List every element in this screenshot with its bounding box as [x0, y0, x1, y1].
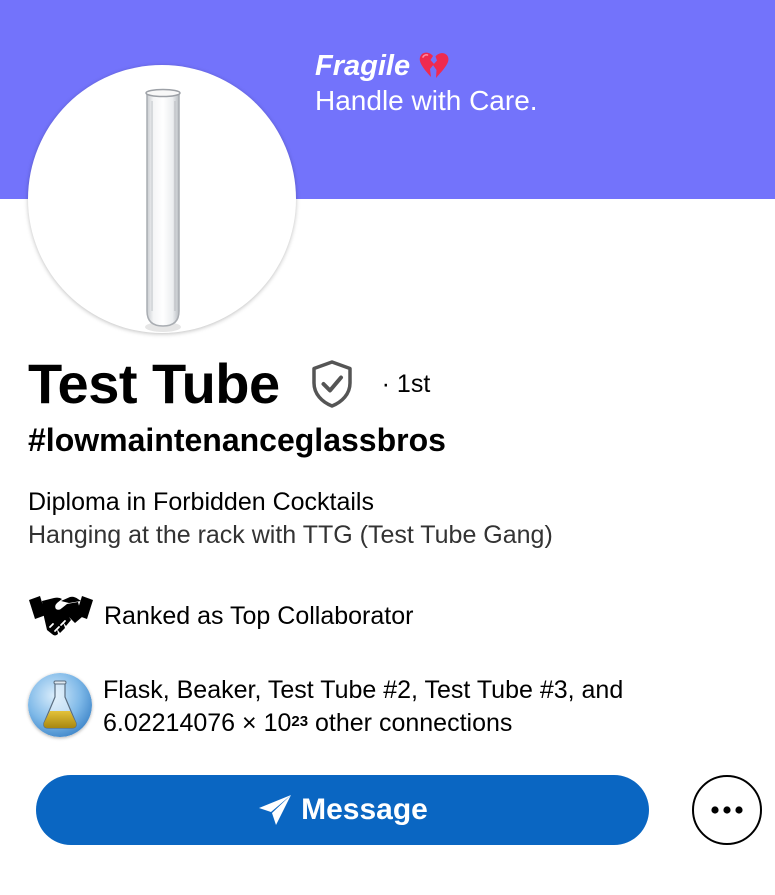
handshake-icon [29, 596, 93, 636]
test-tube-image [145, 88, 181, 332]
flask-icon [28, 673, 92, 737]
banner-subtitle: Handle with Care. [315, 85, 538, 116]
more-button[interactable] [692, 775, 762, 845]
profile-page: Fragile Handle with Care. Test Tube · 1s… [0, 0, 775, 895]
send-icon [259, 795, 292, 825]
name-row: Test Tube · 1st [28, 348, 430, 420]
broken-heart-icon [419, 52, 449, 78]
rank-highlight: Ranked as Top Collaborator [28, 593, 413, 639]
profile-hashtag[interactable]: #lowmaintenanceglassbros [28, 419, 446, 461]
profile-name: Test Tube [28, 352, 280, 415]
banner-text: Fragile Handle with Care. [315, 47, 538, 119]
banner-title: Fragile [315, 50, 411, 82]
profile-headline: Diploma in Forbidden Cocktails [28, 488, 374, 516]
connections-count: 6.02214076 × 10 [103, 709, 292, 737]
connections-suffix: other connections [308, 709, 513, 737]
connections-line-2: 6.02214076 × 1023 other connections [103, 707, 623, 740]
connections-exponent: 23 [291, 713, 309, 730]
connections-text: Flask, Beaker, Test Tube #2, Test Tube #… [103, 674, 623, 740]
message-label: Message [301, 793, 428, 826]
profile-avatar[interactable] [28, 65, 296, 333]
banner-title-row: Fragile [315, 47, 538, 85]
mutual-connections[interactable]: Flask, Beaker, Test Tube #2, Test Tube #… [28, 673, 623, 740]
connections-line-1: Flask, Beaker, Test Tube #2, Test Tube #… [103, 676, 624, 704]
connection-avatar [28, 673, 92, 737]
shield-check-icon[interactable] [310, 359, 354, 409]
rank-text: Ranked as Top Collaborator [104, 602, 414, 630]
message-button[interactable]: Message [36, 775, 649, 845]
profile-location: Hanging at the rack with TTG (Test Tube … [28, 521, 553, 549]
connection-degree: · 1st [381, 370, 431, 398]
more-dots-icon [711, 806, 743, 814]
